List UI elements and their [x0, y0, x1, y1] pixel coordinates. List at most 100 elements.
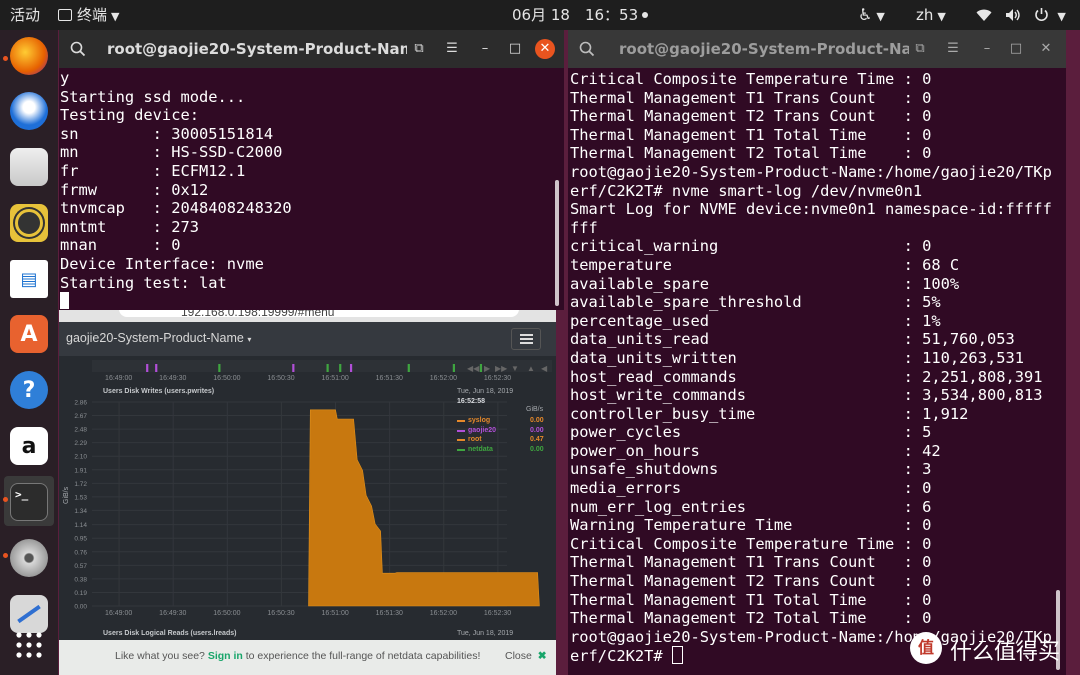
hamburger-menu-icon[interactable]: ☰ [943, 39, 963, 59]
activities-button[interactable]: 活动 [10, 0, 40, 30]
firefox-icon[interactable] [10, 37, 48, 75]
y-tick-label: 2.10 [74, 454, 87, 461]
top-bar: 活动 终端 ▼ 06月 18 16：53 ♿︎ ▼ zh ▼ ▼ [0, 0, 1080, 30]
search-icon[interactable] [579, 41, 595, 57]
maximize-icon[interactable]: □ [505, 39, 525, 59]
running-indicator [3, 553, 8, 558]
legend-item[interactable]: netdata 0.00 [457, 446, 545, 455]
hostname-label: gaojie20-System-Product-Name [66, 331, 244, 345]
x-tick-label: 16:50:30 [267, 610, 294, 617]
terminal-window-left: root@gaojie20-System-Product-Nam... ⧉ ☰ … [59, 30, 564, 310]
disks-icon[interactable] [10, 539, 48, 577]
terminal-line: mntmt : 273 [60, 217, 199, 236]
y-tick-label: 1.72 [74, 481, 87, 488]
terminal-window-right: root@gaojie20-System-Product-Na... ⧉ ☰ –… [568, 30, 1066, 675]
minimize-icon[interactable]: – [977, 39, 997, 59]
scrollbar[interactable] [555, 180, 559, 306]
y-tick-label: 0.95 [74, 536, 87, 543]
terminal-line: Testing device: [60, 106, 199, 125]
terminal-line: Thermal Management T1 Trans Count : 0 [570, 553, 932, 572]
next-chart-date: Tue, Jun 18, 2019 [457, 630, 514, 637]
rhythmbox-icon[interactable] [10, 204, 48, 242]
terminal-icon[interactable]: >_ [10, 483, 48, 521]
x-tick-label: 16:49:30 [159, 375, 186, 382]
volume-icon [1005, 9, 1020, 21]
terminal-line: critical_warning : 0 [570, 237, 932, 256]
x-tick-label: 16:50:00 [213, 375, 240, 382]
terminal-line: temperature : 68 C [570, 255, 960, 274]
dock: ▤ A ? a >_ [0, 30, 58, 675]
signin-link[interactable]: Sign in [208, 650, 243, 662]
terminal-line: root@gaojie20-System-Product-Name:/home/… [570, 162, 1052, 181]
app-menu[interactable]: 终端 ▼ [58, 0, 119, 30]
y-tick-label: 2.86 [74, 400, 87, 407]
y-tick-label: 0.38 [74, 576, 87, 583]
legend-name: syslog [468, 417, 491, 424]
terminal-output[interactable]: y Starting ssd mode... Testing device: sn :… [60, 69, 292, 311]
terminal-line: Starting ssd mode... [60, 87, 246, 106]
hamburger-menu-icon[interactable]: ☰ [442, 39, 462, 59]
help-icon[interactable]: ? [10, 371, 48, 409]
search-icon[interactable] [70, 41, 86, 57]
close-banner-button[interactable]: Close ✖ [505, 650, 547, 662]
system-menu[interactable]: ▼ [976, 0, 1066, 30]
legend-name: root [468, 436, 482, 443]
terminal-line: power_on_hours : 42 [570, 441, 941, 460]
terminal-line: unsafe_shutdowns : 3 [570, 460, 932, 479]
close-icon[interactable]: ✕ [535, 39, 555, 59]
y-tick-label: 2.29 [74, 440, 87, 447]
hostname-menu[interactable]: gaojie20-System-Product-Name ▾ [66, 331, 251, 345]
legend-item[interactable]: syslog 0.00 [457, 417, 545, 426]
window-title: root@gaojie20-System-Product-Na... [619, 40, 909, 58]
input-method-label: zh [916, 6, 934, 24]
svg-text:◀: ◀ [541, 364, 548, 373]
terminal-line: mnan : 0 [60, 236, 181, 255]
close-label: Close [505, 650, 532, 662]
maximize-icon[interactable]: □ [1006, 39, 1026, 59]
terminal-line: Smart Log for NVME device:nvme0n1 namesp… [570, 200, 1052, 219]
chevron-down-icon: ▼ [876, 10, 885, 23]
thunderbird-icon[interactable] [10, 92, 48, 130]
chevron-down-icon: ▼ [937, 10, 946, 23]
activity-spike [349, 364, 353, 372]
activity-spike [146, 364, 149, 372]
clock-label: 06月 18 16：53 [512, 6, 639, 24]
terminal-output[interactable]: Critical Composite Temperature Time : 0T… [570, 70, 1052, 665]
y-axis-label: GiB/s [63, 486, 70, 504]
banner-suffix: to experience the full-range of netdata … [245, 650, 481, 662]
titlebar[interactable]: root@gaojie20-System-Product-Na... ⧉ ☰ –… [568, 30, 1066, 68]
amazon-icon[interactable]: a [10, 427, 48, 465]
activity-spike [407, 364, 410, 372]
terminal-line: Thermal Management T2 Total Time : 0 [570, 609, 932, 628]
legend-item[interactable]: root 0.47 [457, 436, 545, 445]
libreoffice-writer-icon[interactable]: ▤ [10, 260, 48, 298]
accessibility-menu[interactable]: ♿︎ ▼ [858, 0, 885, 30]
chart-title: Users Disk Writes (users.pwrites) [103, 388, 215, 395]
show-applications-icon[interactable] [10, 628, 48, 662]
y-tick-label: 0.76 [74, 549, 87, 556]
new-tab-icon[interactable]: ⧉ [910, 39, 930, 59]
titlebar[interactable]: root@gaojie20-System-Product-Nam... ⧉ ☰ … [59, 30, 564, 68]
terminal-line: Thermal Management T1 Total Time : 0 [570, 590, 932, 609]
legend-value: 0.00 [530, 417, 544, 424]
input-method-menu[interactable]: zh ▼ [916, 0, 946, 30]
terminal-line: Thermal Management T2 Trans Count : 0 [570, 107, 932, 126]
chart-time: 16:52:58 [457, 398, 486, 405]
x-tick-label: 16:51:00 [322, 375, 349, 382]
legend-name: netdata [468, 445, 493, 453]
files-icon[interactable] [10, 148, 48, 186]
y-tick-label: 1.91 [74, 467, 87, 474]
legend-swatch [457, 420, 465, 422]
x-tick-label: 16:49:30 [159, 610, 186, 617]
minimize-icon[interactable]: – [475, 39, 495, 59]
close-icon[interactable]: ✕ [1036, 39, 1056, 59]
legend-item[interactable]: gaojie20 0.00 [457, 427, 545, 436]
software-center-icon[interactable]: A [10, 315, 48, 353]
terminal-line: Starting test: lat [60, 273, 227, 292]
running-indicator [3, 56, 8, 61]
watermark-logo: 值 [910, 632, 942, 664]
clock[interactable]: 06月 18 16：53 [512, 0, 649, 30]
x-tick-label: 16:50:30 [267, 375, 294, 382]
hamburger-menu-button[interactable] [511, 328, 541, 350]
new-tab-icon[interactable]: ⧉ [409, 39, 429, 59]
